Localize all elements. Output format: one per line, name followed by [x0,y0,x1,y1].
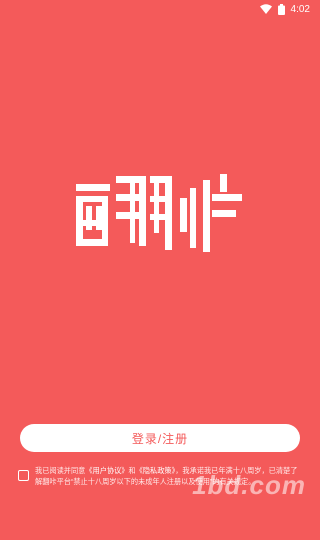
battery-icon [277,3,285,15]
logo-glyph-right [180,174,242,252]
user-agreement-link[interactable]: 《用户协议》 [85,466,128,475]
logo-glyph-left [76,184,110,246]
status-bar: 4:02 [0,0,320,18]
privacy-policy-link[interactable]: 《隐私政策》 [136,466,176,475]
login-register-button[interactable]: 登录/注册 [20,424,300,452]
agreement-and: 和 [128,466,136,475]
wifi-icon [259,4,272,14]
agreement-prefix: 我已阅读并同意 [35,466,86,475]
login-register-label: 登录/注册 [131,431,189,446]
logo-glyph-mid [116,176,172,250]
status-time: 4:02 [290,3,310,15]
agree-checkbox[interactable] [18,470,29,481]
app-logo [72,170,248,256]
watermark: 1bd.com [192,470,306,500]
